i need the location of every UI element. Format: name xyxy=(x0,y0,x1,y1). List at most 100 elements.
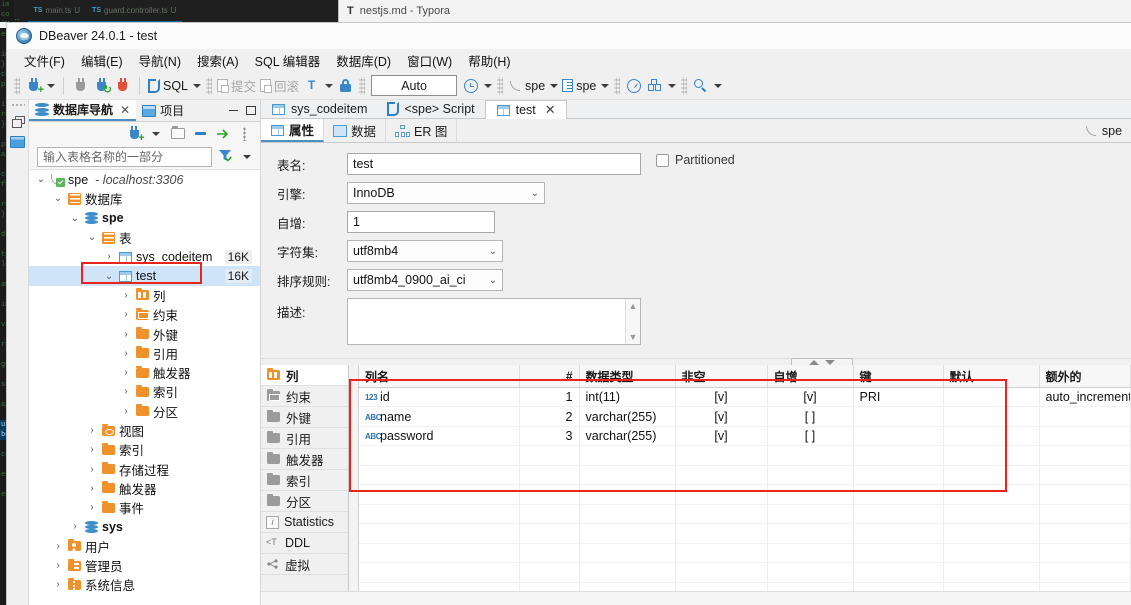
tab-projects[interactable]: 项目 xyxy=(136,100,190,121)
search-button[interactable] xyxy=(690,75,711,97)
nav-view-menu-button[interactable] xyxy=(234,124,254,143)
column-header-键[interactable]: 键 xyxy=(853,365,944,388)
cell-empty[interactable] xyxy=(943,504,1040,525)
charset-select[interactable]: utf8mb4 ⌄ xyxy=(347,240,503,263)
cell-empty[interactable] xyxy=(519,523,580,544)
cell-empty[interactable] xyxy=(1039,582,1131,591)
cell-empty[interactable] xyxy=(579,582,676,591)
cell-default[interactable] xyxy=(943,387,1040,408)
table-row-empty[interactable] xyxy=(359,543,1131,564)
cell-empty[interactable] xyxy=(853,465,944,486)
history-dropdown-icon[interactable] xyxy=(481,75,494,97)
maximize-panel-button[interactable] xyxy=(242,100,260,121)
reconnect-button[interactable]: ↻ xyxy=(91,75,112,97)
new-sql-editor-button[interactable]: SQL xyxy=(146,75,190,97)
cell-empty[interactable] xyxy=(767,445,854,466)
active-schema-button[interactable]: spe xyxy=(560,75,598,97)
cell-not-null[interactable]: [v] xyxy=(675,426,768,447)
cell-empty[interactable] xyxy=(767,484,854,505)
table-row[interactable]: ABCname 2 varchar(255) [v][ ] xyxy=(359,406,1131,427)
menu-window[interactable]: 窗口(W) xyxy=(399,49,460,72)
toolbar-grip[interactable] xyxy=(206,76,213,95)
cell-empty[interactable] xyxy=(943,543,1040,564)
chevron-right-icon[interactable]: › xyxy=(86,502,98,513)
cell-empty[interactable] xyxy=(1039,504,1131,525)
table-name-field[interactable]: test xyxy=(347,153,641,176)
tree-node-触发器[interactable]: › 触发器 xyxy=(29,479,260,498)
cell-empty[interactable] xyxy=(359,543,520,564)
table-row[interactable]: 123 id 1 int(11) [v] [v] PRI auto_increment xyxy=(359,387,1131,408)
cell-default[interactable] xyxy=(943,426,1040,447)
tree-node-spe[interactable]: ⌄ spe xyxy=(29,209,260,228)
cell-empty[interactable] xyxy=(943,562,1040,583)
cell-extra[interactable] xyxy=(1039,426,1131,447)
chevron-right-icon[interactable]: › xyxy=(120,329,132,340)
cell-empty[interactable] xyxy=(767,504,854,525)
cell-empty[interactable] xyxy=(359,465,520,486)
editor-tab-sys-codeitem[interactable]: sys_codeitem xyxy=(261,100,377,118)
rail-grip[interactable] xyxy=(10,103,25,108)
transaction-history-button[interactable] xyxy=(460,75,481,97)
cell-auto-increment[interactable]: [ ] xyxy=(767,426,854,447)
cell-ordinal[interactable]: 3 xyxy=(519,426,580,447)
section-item-外键[interactable]: 外键 xyxy=(261,407,348,429)
editor-tab-test[interactable]: test ✕ xyxy=(484,100,567,120)
cell-ordinal[interactable]: 2 xyxy=(519,406,580,427)
cell-empty[interactable] xyxy=(519,582,580,591)
cell-empty[interactable] xyxy=(1039,465,1131,486)
toolbar-grip[interactable] xyxy=(14,76,20,95)
column-header-自增[interactable]: 自增 xyxy=(767,365,854,388)
cell-empty[interactable] xyxy=(943,484,1040,505)
nav-new-connection-dropdown[interactable] xyxy=(146,124,166,143)
cell-empty[interactable] xyxy=(579,465,676,486)
cell-empty[interactable] xyxy=(359,504,520,525)
cell-empty[interactable] xyxy=(1039,543,1131,564)
cell-empty[interactable] xyxy=(767,562,854,583)
nav-new-folder-button[interactable] xyxy=(168,124,188,143)
auto-commit-combo[interactable]: Auto xyxy=(371,75,458,96)
chevron-down-icon[interactable]: ⌄ xyxy=(69,213,81,224)
tree-node-表[interactable]: ⌄ 表 xyxy=(29,228,260,247)
section-item-触发器[interactable]: 触发器 xyxy=(261,449,348,471)
cell-empty[interactable] xyxy=(519,465,580,486)
cell-empty[interactable] xyxy=(853,543,944,564)
chevron-down-icon[interactable]: ⌄ xyxy=(52,193,64,204)
horizontal-scrollbar[interactable] xyxy=(261,591,1131,605)
cell-empty[interactable] xyxy=(519,562,580,583)
tree-node-列[interactable]: › 列 xyxy=(29,286,260,305)
table-row-empty[interactable] xyxy=(359,465,1131,486)
nav-collapse-all-button[interactable] xyxy=(190,124,210,143)
minimize-panel-button[interactable] xyxy=(224,100,242,121)
tree-node-spe[interactable]: ⌄ spe - localhost:3306 xyxy=(29,170,260,189)
cell-empty[interactable] xyxy=(675,562,768,583)
section-item-Statistics[interactable]: i Statistics xyxy=(261,512,348,534)
cell-ordinal[interactable]: 1 xyxy=(519,387,580,408)
transaction-mode-dropdown-icon[interactable] xyxy=(322,75,335,97)
table-row-empty[interactable] xyxy=(359,445,1131,466)
editor-sash[interactable] xyxy=(261,358,1131,368)
auto-increment-field[interactable]: 1 xyxy=(347,211,495,234)
transaction-log-dropdown-icon[interactable] xyxy=(665,75,678,97)
cell-data-type[interactable]: varchar(255) xyxy=(579,426,676,447)
column-header-默认[interactable]: 默认 xyxy=(943,365,1040,388)
engine-select[interactable]: InnoDB ⌄ xyxy=(347,182,545,205)
chevron-right-icon[interactable]: › xyxy=(52,579,64,590)
toolbar-grip[interactable] xyxy=(497,76,504,95)
cell-empty[interactable] xyxy=(767,582,854,591)
table-row[interactable]: ABCpassword 3 varchar(255) [v][ ] xyxy=(359,426,1131,447)
section-item-分区[interactable]: 分区 xyxy=(261,491,348,513)
cell-empty[interactable] xyxy=(675,465,768,486)
section-item-约束[interactable]: 约束 xyxy=(261,386,348,408)
tree-node-sys_codeitem[interactable]: › sys_codeitem 16K xyxy=(29,247,260,266)
section-item-引用[interactable]: 引用 xyxy=(261,428,348,450)
tree-node-引用[interactable]: › 引用 xyxy=(29,344,260,363)
cell-empty[interactable] xyxy=(359,445,520,466)
cell-empty[interactable] xyxy=(675,582,768,591)
table-row-empty[interactable] xyxy=(359,523,1131,544)
cell-empty[interactable] xyxy=(579,445,676,466)
cell-empty[interactable] xyxy=(519,445,580,466)
cell-empty[interactable] xyxy=(675,523,768,544)
menu-help[interactable]: 帮助(H) xyxy=(460,49,518,72)
chevron-right-icon[interactable]: › xyxy=(120,367,132,378)
cell-empty[interactable] xyxy=(675,504,768,525)
